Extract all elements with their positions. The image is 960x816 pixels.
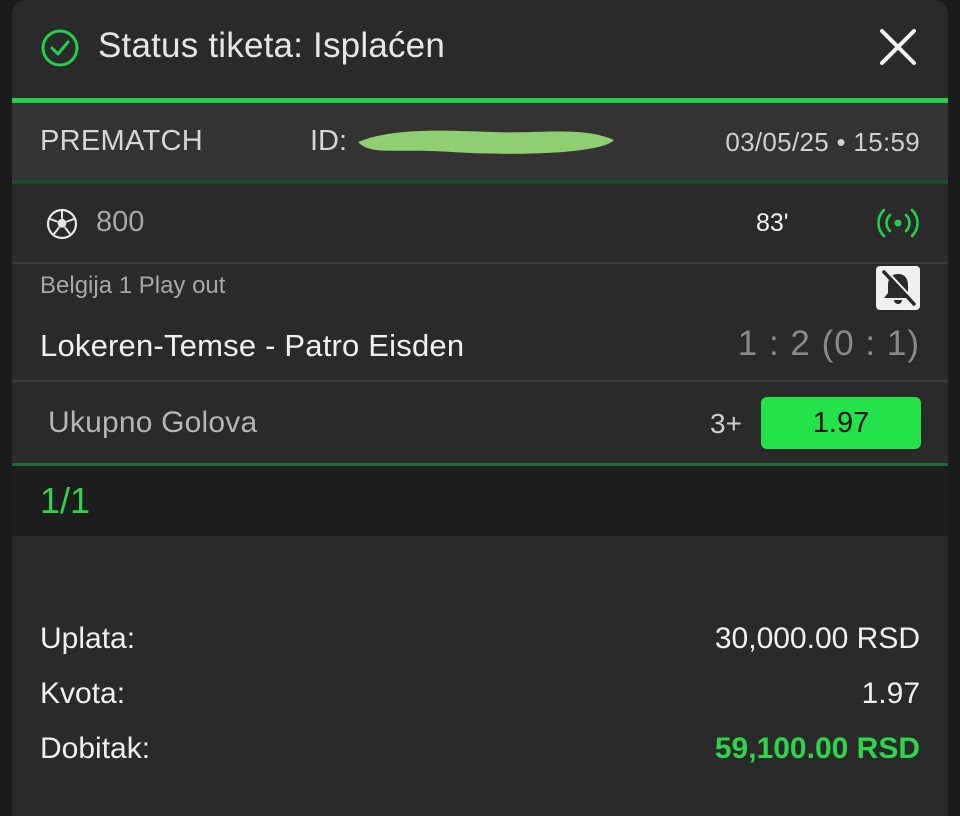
soccer-ball-icon (46, 208, 78, 240)
event-code: 800 (96, 206, 145, 238)
ticket-date-time: 03/05/25 • 15:59 (725, 127, 920, 157)
row-divider (12, 262, 948, 264)
ticket-id-label: ID: (310, 125, 348, 157)
win-value: 59,100.00 RSD (714, 732, 920, 765)
close-icon[interactable] (878, 27, 918, 67)
stake-label: Uplata: (40, 622, 136, 655)
bet-pick: 3+ (710, 408, 742, 439)
ticket-panel: Status tiketa: Isplaćen PREMATCH ID: 03/… (12, 0, 948, 816)
odds-badge: 1.97 (761, 397, 921, 449)
match-score: 1 : 2 (0 : 1) (737, 324, 920, 363)
bell-off-icon[interactable] (876, 266, 920, 310)
match-minute: 83' (756, 209, 789, 237)
ticket-summary: Uplata: 30,000.00 RSD Kvota: 1.97 Dobita… (12, 536, 948, 816)
win-label: Dobitak: (40, 732, 151, 765)
selection-count: 1/1 (40, 480, 91, 521)
check-circle-icon (41, 29, 79, 67)
match-name: Lokeren-Temse - Patro Eisden (40, 328, 465, 363)
odds-label: Kvota: (40, 677, 126, 710)
row-divider (12, 380, 948, 382)
live-broadcast-icon (877, 208, 919, 238)
ticket-status-title: Status tiketa: Isplaćen (98, 26, 446, 65)
ticket-header: Status tiketa: Isplaćen (12, 0, 948, 98)
odds-value: 1.97 (861, 677, 920, 710)
stake-value: 30,000.00 RSD (714, 622, 920, 655)
ticket-type: PREMATCH (40, 125, 203, 157)
selection-count-row: 1/1 (12, 466, 948, 536)
event-block: 800 83' Belgija 1 Play out Lokeren-Temse… (12, 184, 948, 464)
bet-market: Ukupno Golova (48, 406, 258, 439)
league-name: Belgija 1 Play out (40, 272, 226, 299)
id-redaction-scribble (358, 130, 614, 154)
